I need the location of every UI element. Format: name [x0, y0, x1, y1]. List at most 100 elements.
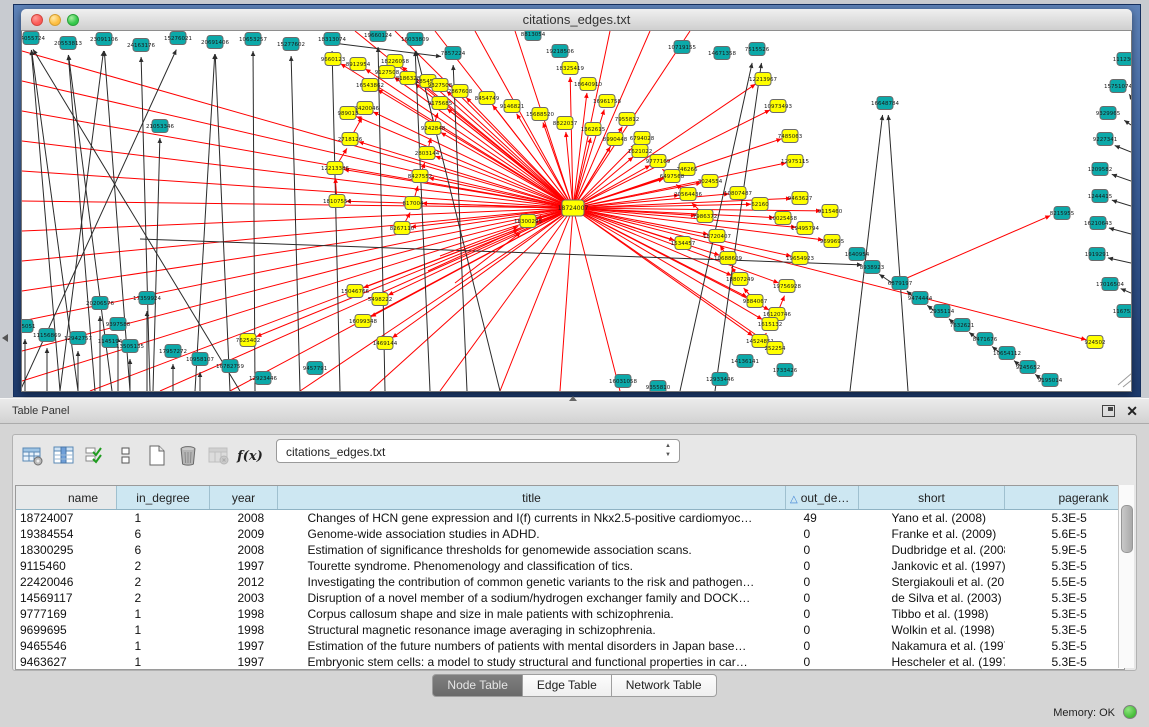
float-window-icon[interactable] [1102, 405, 1115, 417]
scrollbar-thumb[interactable] [1121, 505, 1133, 553]
column-header-title[interactable]: title [278, 486, 786, 510]
splitter-arrow-icon[interactable] [569, 396, 577, 401]
cell-pagerank: 5.3E-5 [1005, 622, 1126, 638]
table-row[interactable]: 1830029562008Estimation of significance … [16, 542, 1125, 558]
table-row[interactable]: 946362711997Embryonic stem cells: a mode… [16, 654, 1125, 670]
column-header-label: title [522, 491, 541, 505]
cell-title: Corpus callosum shape and size in male p… [278, 606, 786, 622]
svg-text:17957272: 17957272 [159, 349, 187, 355]
cell-out_degree: 0 [786, 622, 859, 638]
svg-text:10807487: 10807487 [724, 191, 752, 197]
cell-short: Wolkin et al. (1998) [859, 622, 1005, 638]
select-all-icon[interactable] [81, 442, 109, 470]
table-row[interactable]: 2242004622012Investigating the contribut… [16, 574, 1125, 590]
svg-text:6497568: 6497568 [660, 174, 685, 180]
cell-short: Nakamura et al. (1997) [859, 638, 1005, 654]
column-header-short[interactable]: short [859, 486, 1005, 510]
show-columns-icon[interactable] [50, 442, 78, 470]
column-header-year[interactable]: year [210, 486, 278, 510]
column-header-pagerank[interactable]: pagerank [1005, 486, 1126, 510]
cell-in_degree: 6 [117, 526, 210, 542]
svg-text:8938923: 8938923 [860, 265, 885, 271]
svg-text:10653257: 10653257 [239, 37, 267, 43]
function-builder-label: f(x) [237, 449, 263, 464]
svg-text:8990448: 8990448 [603, 137, 628, 143]
cell-short: Yano et al. (2008) [859, 510, 1005, 527]
cell-title: Estimation of significance thresholds fo… [278, 542, 786, 558]
cell-title: Embryonic stem cells: a model to study s… [278, 654, 786, 670]
svg-text:19495794: 19495794 [791, 226, 819, 232]
svg-text:18107554: 18107554 [323, 199, 351, 205]
table-row[interactable]: 969969511998Structural magnetic resonanc… [16, 622, 1125, 638]
svg-text:7625402: 7625402 [236, 338, 261, 344]
cell-title: Changes of HCN gene expression and I(f) … [278, 510, 786, 527]
sidebar-collapse-arrow-icon[interactable] [2, 334, 8, 342]
table-options-icon[interactable] [19, 442, 47, 470]
column-header-name[interactable]: name [16, 486, 117, 510]
cell-pagerank: 5.3E-5 [1005, 606, 1126, 622]
vertical-scrollbar[interactable] [1118, 485, 1134, 668]
svg-text:6794028: 6794028 [630, 136, 655, 142]
cell-year: 2008 [210, 542, 278, 558]
cell-pagerank: 5.3E-5 [1005, 590, 1126, 606]
new-column-icon[interactable] [143, 442, 171, 470]
cell-name: 9777169 [16, 606, 117, 622]
close-panel-icon[interactable]: ✕ [1126, 402, 1138, 420]
clear-selection-icon[interactable] [112, 442, 140, 470]
table-panel-titlebar[interactable]: Table Panel ✕ [0, 398, 1149, 424]
svg-text:7857224: 7857224 [441, 51, 466, 57]
svg-text:12942757: 12942757 [64, 336, 92, 342]
svg-text:15276021: 15276021 [164, 36, 192, 42]
cell-short: Jankovic et al. (1997) [859, 558, 1005, 574]
cell-year: 2012 [210, 574, 278, 590]
cell-out_degree: 0 [786, 526, 859, 542]
import-table-icon[interactable] [205, 442, 233, 470]
tab-network-table[interactable]: Network Table [612, 674, 717, 697]
table-row[interactable]: 977716911998Corpus callosum shape and si… [16, 606, 1125, 622]
cell-out_degree: 0 [786, 574, 859, 590]
delete-column-icon[interactable] [174, 442, 202, 470]
column-header-in_degree[interactable]: in_degree [117, 486, 210, 510]
table-row[interactable]: 946554611997Estimation of the future num… [16, 638, 1125, 654]
svg-text:16782759: 16782759 [216, 364, 244, 370]
table-tabs: Node TableEdge TableNetwork Table [0, 674, 1149, 697]
table-row[interactable]: 1938455462009Genome-wide association stu… [16, 526, 1125, 542]
memory-status-label[interactable]: Memory: OK [1053, 707, 1115, 719]
cell-title: Structural magnetic resonance image aver… [278, 622, 786, 638]
network-canvas[interactable]: 2405572420553813230911062416317615276021… [21, 31, 1132, 392]
svg-text:19660124: 19660124 [364, 33, 392, 39]
svg-text:10719155: 10719155 [668, 45, 696, 51]
table-body: 1872400712008Changes of HCN gene express… [16, 510, 1125, 671]
svg-text:20691406: 20691406 [201, 40, 229, 46]
svg-text:21053346: 21053346 [146, 124, 174, 130]
memory-ok-indicator[interactable] [1123, 705, 1137, 719]
svg-text:1621022: 1621022 [628, 149, 653, 155]
table-panel: Table Panel ✕ [0, 398, 1149, 727]
node-table: namein_degreeyear title △out_de…shortpager… [15, 485, 1125, 670]
svg-text:9329965: 9329965 [1096, 111, 1121, 117]
svg-text:17359924: 17359924 [133, 296, 161, 302]
table-row[interactable]: 1456911722003Disruption of a novel membe… [16, 590, 1125, 606]
svg-text:8215955: 8215955 [1050, 211, 1075, 217]
svg-text:16031058: 16031058 [609, 379, 637, 385]
tab-edge-table[interactable]: Edge Table [523, 674, 612, 697]
column-header-out_degree[interactable]: △out_de… [786, 486, 859, 510]
svg-text:16543862: 16543862 [356, 83, 384, 89]
svg-text:12213967: 12213967 [749, 77, 777, 83]
cell-in_degree: 1 [117, 654, 210, 670]
cell-title: Disruption of a novel member of a sodium… [278, 590, 786, 606]
cell-in_degree: 2 [117, 574, 210, 590]
tab-node-table[interactable]: Node Table [432, 674, 523, 697]
cell-short: Hescheler et al. (1997) [859, 654, 1005, 670]
network-window-titlebar[interactable]: citations_edges.txt [21, 9, 1132, 31]
cell-in_degree: 1 [117, 622, 210, 638]
cell-name: 19384554 [16, 526, 117, 542]
table-selector-dropdown[interactable]: citations_edges.txt ▲▼ [276, 439, 680, 463]
table-row[interactable]: 1872400712008Changes of HCN gene express… [16, 510, 1125, 527]
svg-text:15751074: 15751074 [1104, 84, 1132, 90]
function-builder-icon[interactable]: f(x) [236, 442, 264, 470]
svg-text:8813054: 8813054 [521, 32, 546, 38]
svg-text:16210643: 16210643 [1084, 221, 1112, 227]
svg-text:23091106: 23091106 [90, 37, 118, 43]
table-row[interactable]: 911546021997Tourette syndrome. Phenomeno… [16, 558, 1125, 574]
